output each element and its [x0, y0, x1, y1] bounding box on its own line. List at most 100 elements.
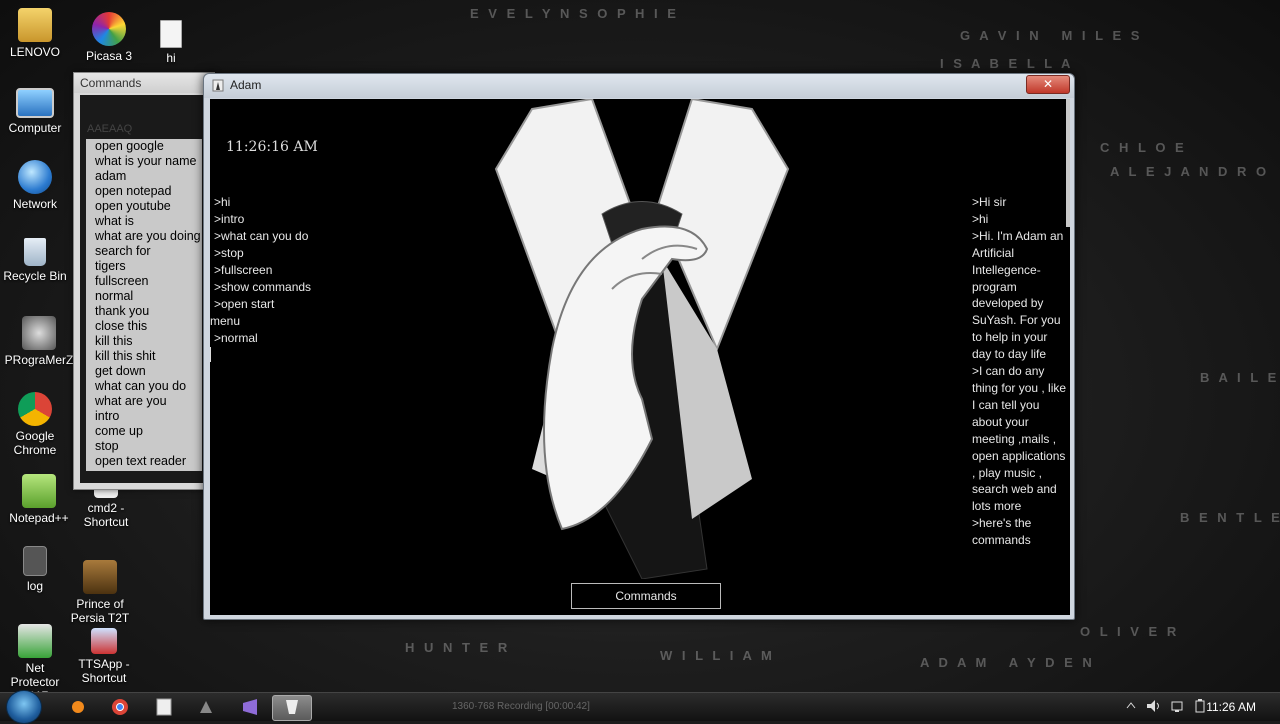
- user-log-line: >intro: [214, 212, 245, 226]
- desktop-icon-notepadpp[interactable]: Notepad++: [1, 474, 77, 525]
- desktop-icon-ttsapp[interactable]: TTSApp - Shortcut: [66, 628, 142, 685]
- chrome-icon: [18, 392, 52, 426]
- network-status-icon[interactable]: [1170, 699, 1186, 713]
- text-caret[interactable]: [210, 347, 211, 362]
- ghost-label: AAEAAQ: [87, 123, 133, 135]
- taskbar-clock[interactable]: 11:26 AM: [1206, 700, 1256, 714]
- command-item[interactable]: fullscreen: [86, 274, 202, 289]
- command-item[interactable]: open notepad: [86, 184, 202, 199]
- command-item[interactable]: tigers: [86, 259, 202, 274]
- desktop-icon-hi[interactable]: hi: [133, 20, 209, 65]
- taskbar-app-avast[interactable]: [58, 695, 98, 719]
- user-command-log: >hi >intro >what can you do >stop >fullscree…: [210, 194, 324, 367]
- command-item[interactable]: search for: [86, 244, 202, 259]
- programerz-icon: [22, 316, 56, 350]
- chevron-up-icon[interactable]: [1126, 700, 1136, 712]
- user-log-line: >what can you do: [214, 229, 309, 243]
- close-button[interactable]: ✕: [1026, 75, 1070, 94]
- command-item[interactable]: what can you do: [86, 379, 202, 394]
- command-item[interactable]: open google: [86, 139, 202, 154]
- desktop-icon-computer[interactable]: Computer: [0, 88, 73, 135]
- close-icon: ✕: [1042, 77, 1054, 91]
- wallpaper-text: G A V I N M I L E S: [960, 28, 1143, 43]
- taskbar-app-chrome[interactable]: [100, 695, 140, 719]
- suit-figure-image: [492, 99, 792, 579]
- recycle-bin-icon: [24, 238, 46, 266]
- adam-title-bar[interactable]: Adam ✕: [204, 74, 1074, 98]
- command-item[interactable]: what is: [86, 214, 202, 229]
- user-log-line: >open start: [214, 297, 275, 311]
- ttsapp-icon: [91, 628, 117, 654]
- adam-client-area: 11:26:16 AM >hi >intro >what can you do >st…: [210, 99, 1070, 615]
- chrome-icon: [112, 699, 128, 715]
- notepadpp-icon: [22, 474, 56, 508]
- wallpaper-text: W I L L I A M: [660, 648, 775, 663]
- window-title: Adam: [230, 78, 262, 92]
- commands-button[interactable]: Commands: [571, 583, 721, 609]
- visual-studio-icon: [243, 699, 257, 715]
- start-button[interactable]: [6, 690, 42, 724]
- user-log-line: >normal: [214, 331, 258, 345]
- game-icon: [83, 560, 117, 594]
- folder-icon: [18, 8, 52, 42]
- command-item[interactable]: stop: [86, 439, 202, 454]
- taskbar-app-adam[interactable]: [272, 695, 312, 721]
- reply-line: >Hi sir: [972, 195, 1007, 209]
- wallpaper-text: B E N T L E Y: [1180, 510, 1280, 525]
- notepad-icon: [156, 698, 172, 716]
- reply-scrollbar[interactable]: [1066, 99, 1070, 227]
- app-icon: [212, 79, 224, 92]
- desktop-icon-network[interactable]: Network: [0, 160, 73, 211]
- command-item[interactable]: kill this: [86, 334, 202, 349]
- taskbar-app-notepad[interactable]: [144, 695, 184, 719]
- wallpaper-text: O L I V E R: [1080, 624, 1180, 639]
- wallpaper-text: E V E L Y N S O P H I E: [470, 6, 679, 21]
- commands-list[interactable]: open google what is your name adam open not…: [86, 139, 202, 471]
- command-item[interactable]: what are you doing: [86, 229, 202, 244]
- user-log-line: menu: [210, 314, 241, 328]
- desktop-icon-programerz[interactable]: PRograMerZ: [1, 316, 77, 367]
- taskbar: 1360·768 Recording [00:00:42] 11:26 AM: [0, 690, 1280, 724]
- desktop-icon-lenovo[interactable]: LENOVO: [0, 8, 73, 59]
- command-item[interactable]: thank you: [86, 304, 202, 319]
- command-item[interactable]: what is your name: [86, 154, 202, 169]
- network-icon: [18, 160, 52, 194]
- volume-icon[interactable]: [1146, 699, 1162, 713]
- net-protector-icon: [18, 624, 52, 658]
- command-item[interactable]: adam: [86, 169, 202, 184]
- desktop-icon-chrome[interactable]: Google Chrome: [0, 392, 73, 457]
- commands-window-title[interactable]: Commands: [74, 73, 214, 93]
- wallpaper-text: A D A M A Y D E N: [920, 655, 1095, 670]
- recording-status: 1360·768 Recording [00:00:42]: [452, 701, 590, 712]
- desktop-icon-recycle-bin[interactable]: Recycle Bin: [0, 238, 73, 283]
- command-item[interactable]: what are you: [86, 394, 202, 409]
- computer-icon: [16, 88, 54, 118]
- user-log-line: >hi: [214, 195, 231, 209]
- wallpaper-text: C H L O E: [1100, 140, 1187, 155]
- picasa-icon: [92, 12, 126, 46]
- wallpaper-text: B A I L E: [1200, 370, 1280, 385]
- assistant-reply-log: >Hi sir >hi >Hi. I'm Adam an Artificial In…: [972, 194, 1070, 549]
- command-item[interactable]: close this: [86, 319, 202, 334]
- command-item[interactable]: kill this shit: [86, 349, 202, 364]
- text-file-icon: [160, 20, 182, 48]
- adam-window[interactable]: Adam ✕ 11:26:16 AM >hi >intro >what can yo…: [203, 73, 1075, 620]
- command-item[interactable]: get down: [86, 364, 202, 379]
- command-item[interactable]: intro: [86, 409, 202, 424]
- command-item[interactable]: open text reader: [86, 454, 202, 469]
- user-log-line: >fullscreen: [214, 263, 273, 277]
- text-file-icon: [23, 546, 47, 576]
- commands-window[interactable]: Commands AAEAAQ open google what is your …: [73, 72, 215, 490]
- reply-line: >hi: [972, 211, 989, 226]
- wallpaper-text: H U N T E R: [405, 640, 511, 655]
- wallpaper-text: I S A B E L L A: [940, 56, 1074, 71]
- command-item[interactable]: open youtube: [86, 199, 202, 214]
- reply-line: >I can do any thing for you , like I can…: [972, 364, 1070, 514]
- network-icon: [200, 701, 212, 713]
- taskbar-app-network[interactable]: [186, 695, 226, 719]
- avast-icon: [72, 701, 84, 713]
- command-item[interactable]: come up: [86, 424, 202, 439]
- command-item[interactable]: normal: [86, 289, 202, 304]
- taskbar-app-visual-studio[interactable]: [230, 695, 270, 719]
- desktop-icon-prince-of-persia[interactable]: Prince of Persia T2T: [62, 560, 138, 625]
